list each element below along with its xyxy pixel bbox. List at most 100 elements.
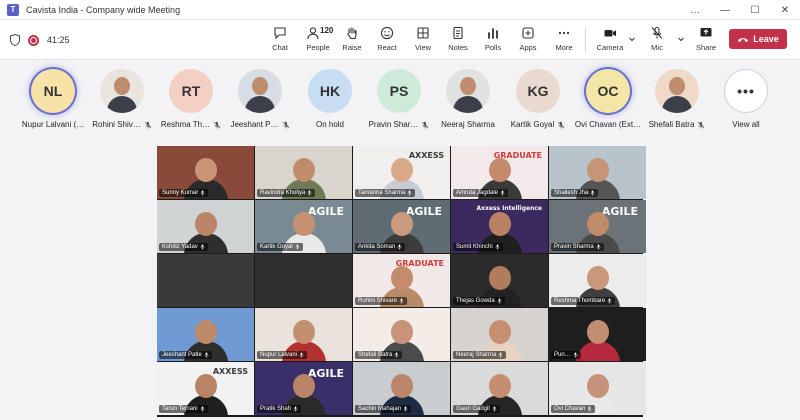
participant-avatar-item[interactable]: Rohini Shiv… xyxy=(85,69,159,129)
meeting-status: 41:25 xyxy=(10,20,70,60)
participant-avatar-item[interactable]: RT Reshma Th… xyxy=(154,69,228,129)
video-tile-name-label: Amruta Jagdale xyxy=(453,189,509,197)
participant-avatar-item[interactable]: Neeraj Sharma xyxy=(431,69,505,129)
polls-button[interactable]: Polls xyxy=(476,24,510,56)
video-tile-name-label: Kartik Goyal xyxy=(257,243,303,251)
share-label: Share xyxy=(695,43,716,52)
people-button[interactable]: 120 People xyxy=(298,24,338,56)
video-tile-name-label: Thejas Gowda xyxy=(453,297,505,305)
video-tile[interactable]: AGILE Ankita Soman xyxy=(353,200,450,253)
avatar: HK xyxy=(308,69,352,113)
avatar-initials: NL xyxy=(43,83,63,99)
mic-options-chevron-icon[interactable] xyxy=(676,34,686,44)
share-button[interactable]: Share xyxy=(689,24,723,56)
video-tile-name-label: Pravin Sharma xyxy=(551,243,604,251)
participant-video-head xyxy=(195,374,217,398)
video-tile[interactable]: Neeraj Sharma xyxy=(451,308,548,361)
video-tile[interactable]: AGILE Pravin Sharma xyxy=(549,200,646,253)
participant-name-row: Ovi Chavan (Ext… xyxy=(575,120,641,129)
view-button[interactable]: View xyxy=(406,24,440,56)
toolbar-divider xyxy=(585,28,586,52)
participant-video-head xyxy=(391,266,413,290)
video-tile[interactable]: Nupur Lalvani xyxy=(255,308,352,361)
close-window-button[interactable]: ✕ xyxy=(770,0,800,20)
video-tile[interactable]: Axxess Intelligence Sumit Khinchi xyxy=(451,200,548,253)
video-tile[interactable]: Shailesh Jha xyxy=(549,146,646,199)
video-tile-name-label: Sumit Khinchi xyxy=(453,243,503,251)
chat-button[interactable]: Chat xyxy=(263,24,297,56)
view-all-icon: ••• xyxy=(724,69,768,113)
participant-avatar-item[interactable]: Shefali Batra xyxy=(640,69,714,129)
video-tile[interactable]: AXXESS Tamanna Sharma xyxy=(353,146,450,199)
participant-view-all[interactable]: ••• View all xyxy=(709,69,783,129)
video-tile[interactable]: Shefali Batra xyxy=(353,308,450,361)
video-tile[interactable]: AGILE Pratik Shah xyxy=(255,362,352,415)
video-tile[interactable]: AXXESS Tarun Tejnani xyxy=(157,362,254,415)
video-tile[interactable]: Thejas Gowda xyxy=(451,254,548,307)
camera-button[interactable]: Camera xyxy=(593,24,627,56)
background-banner-text: AGILE xyxy=(307,205,344,218)
video-tile-name: Ravindra Kholiya xyxy=(260,190,306,196)
video-tile[interactable] xyxy=(255,254,352,307)
background-banner-text: AGILE xyxy=(601,205,638,218)
participant-avatar-item[interactable]: PS Pravin Shar… xyxy=(362,69,436,129)
leave-button[interactable]: Leave xyxy=(729,29,787,49)
participant-avatar-item[interactable]: KG Kartik Goyal xyxy=(501,69,575,129)
video-tile[interactable]: Kshitiz Yadav xyxy=(157,200,254,253)
mic-button[interactable]: Mic xyxy=(640,24,674,56)
video-tile[interactable]: Gauri Gadgil xyxy=(451,362,548,415)
notes-icon xyxy=(453,26,463,40)
video-tile[interactable]: Ravindra Kholiya xyxy=(255,146,352,199)
video-tile-name: Shefali Batra xyxy=(358,352,393,358)
mic-muted-icon xyxy=(500,190,505,196)
video-tile-name-label: Reshma Thombare xyxy=(551,297,616,305)
video-tile[interactable]: AGILE Kartik Goyal xyxy=(255,200,352,253)
react-button[interactable]: React xyxy=(370,24,404,56)
notes-button[interactable]: Notes xyxy=(441,24,475,56)
mic-muted-icon xyxy=(399,298,404,304)
teams-logo-icon: T xyxy=(7,3,19,16)
video-tile[interactable] xyxy=(157,254,254,307)
participant-strip: NL Nupur Lalvani (… Rohini Shiv… RT Reshma T… xyxy=(0,61,800,136)
participant-video-head xyxy=(489,374,511,398)
video-tile[interactable]: Sachin Mahajan xyxy=(353,362,450,415)
maximize-button[interactable]: ☐ xyxy=(740,0,770,20)
camera-options-chevron-icon[interactable] xyxy=(627,34,637,44)
participant-avatar-item[interactable]: Jeeshant P… xyxy=(223,69,297,129)
mic-muted-icon xyxy=(295,244,300,250)
participant-video-head xyxy=(587,320,609,344)
mic-off-icon xyxy=(651,26,663,39)
background-banner-text: AGILE xyxy=(405,205,442,218)
mic-muted-icon xyxy=(307,190,312,196)
participant-avatar-item[interactable]: NL Nupur Lalvani (… xyxy=(16,69,90,129)
video-tile[interactable]: Pun… xyxy=(549,308,646,361)
participant-avatar-item[interactable]: HK On hold xyxy=(293,69,367,129)
video-tile[interactable]: Jeeshant Patle xyxy=(157,308,254,361)
hand-icon xyxy=(347,27,357,40)
video-tile[interactable]: GRADUATE Amruta Jagdale xyxy=(451,146,548,199)
apps-button[interactable]: Apps xyxy=(511,24,545,56)
minimize-button[interactable]: — xyxy=(710,0,740,20)
more-button[interactable]: More xyxy=(547,24,581,56)
video-tile[interactable]: Ovi Chavan xyxy=(549,362,646,415)
people-label: People xyxy=(306,43,330,52)
mic-muted-icon xyxy=(394,352,399,358)
video-tile[interactable]: GRADUATE Rohini Shivare xyxy=(353,254,450,307)
participant-name-row: Reshma Th… xyxy=(161,120,221,129)
video-tile[interactable]: Sunny Kumar xyxy=(157,146,254,199)
mic-label: Mic xyxy=(651,43,663,52)
window-more-button[interactable]: … xyxy=(680,0,710,20)
participant-video-head xyxy=(293,158,315,182)
participant-video-head xyxy=(391,320,413,344)
video-tile[interactable]: Reshma Thombare xyxy=(549,254,646,307)
video-tile-name-label: Rohini Shivare xyxy=(355,297,408,305)
participant-name-row: On hold xyxy=(316,120,344,129)
mic-muted-icon xyxy=(407,190,412,196)
participant-name: Nupur Lalvani (… xyxy=(21,120,85,129)
video-tile-name-label: Pun… xyxy=(551,351,581,359)
participant-avatar-item[interactable]: OC Ovi Chavan (Ext… xyxy=(571,69,645,129)
camera-label: Camera xyxy=(596,43,624,52)
participant-video-head xyxy=(489,158,511,182)
raise-hand-button[interactable]: Raise xyxy=(335,24,369,56)
video-tile-name: Amruta Jagdale xyxy=(456,190,499,196)
